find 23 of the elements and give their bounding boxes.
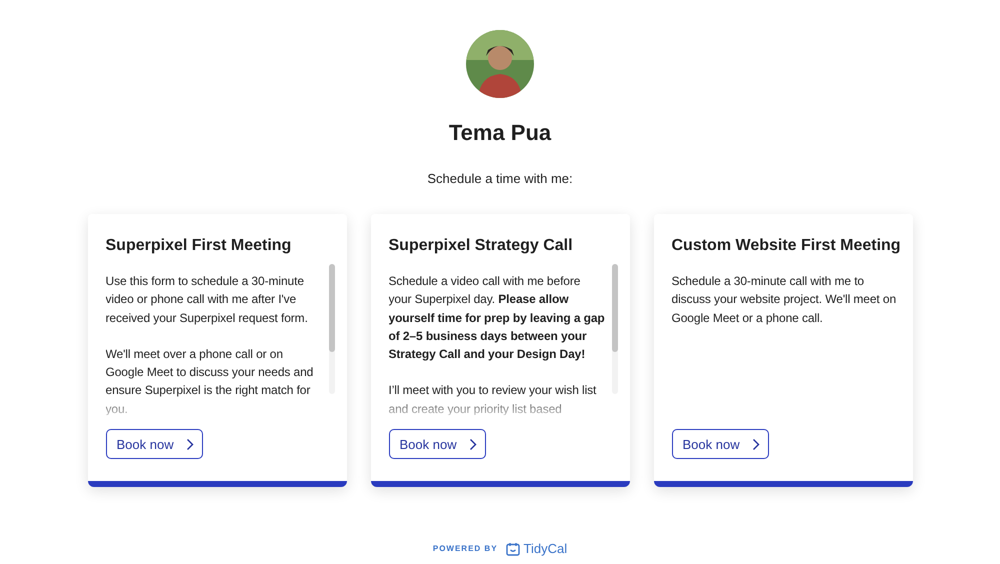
scrollbar-thumb[interactable] [612, 264, 618, 352]
chevron-right-icon [468, 438, 477, 450]
scrollbar-thumb[interactable] [328, 264, 334, 352]
event-description: I’ll meet with you to review your wish list and create your priority list based [388, 382, 598, 418]
profile-name: Tema Pua [448, 119, 552, 147]
book-now-button[interactable]: Book now [672, 429, 769, 459]
event-title: Custom Website First Meeting [672, 236, 900, 256]
event-description: We'll meet over a phone call or on Google Meet to discuss your needs and ensure Superpixel is the right match for you. [106, 346, 314, 418]
brand-link[interactable]: TidyCal [506, 541, 568, 556]
event-description: Schedule a 30-minute call with me to discuss your website project. We'll meet on Google Meet or a phone call. [672, 273, 898, 327]
chevron-right-icon [752, 438, 760, 450]
calendar-smile-icon [506, 542, 520, 556]
scrollbar[interactable] [328, 264, 334, 394]
event-description: Schedule a video call with me before your Superpixel day. Please allow yourself time for prep by leaving a gap of 2–5 business days between your Strategy Call and your Design Day! [388, 273, 606, 364]
chevron-right-icon [186, 438, 194, 450]
event-title: Superpixel First Meeting [106, 236, 292, 256]
book-now-button[interactable]: Book now [388, 429, 486, 459]
subtitle: Schedule a time with me: [427, 170, 573, 188]
book-now-button[interactable]: Book now [106, 429, 203, 459]
event-title: Superpixel Strategy Call [388, 236, 574, 256]
powered-by-label: POWERED BY [432, 544, 498, 553]
scrollbar[interactable] [612, 264, 618, 394]
event-description: Use this form to schedule a 30-minute video or phone call with me after I've received your Superpixel request form. [106, 273, 309, 327]
